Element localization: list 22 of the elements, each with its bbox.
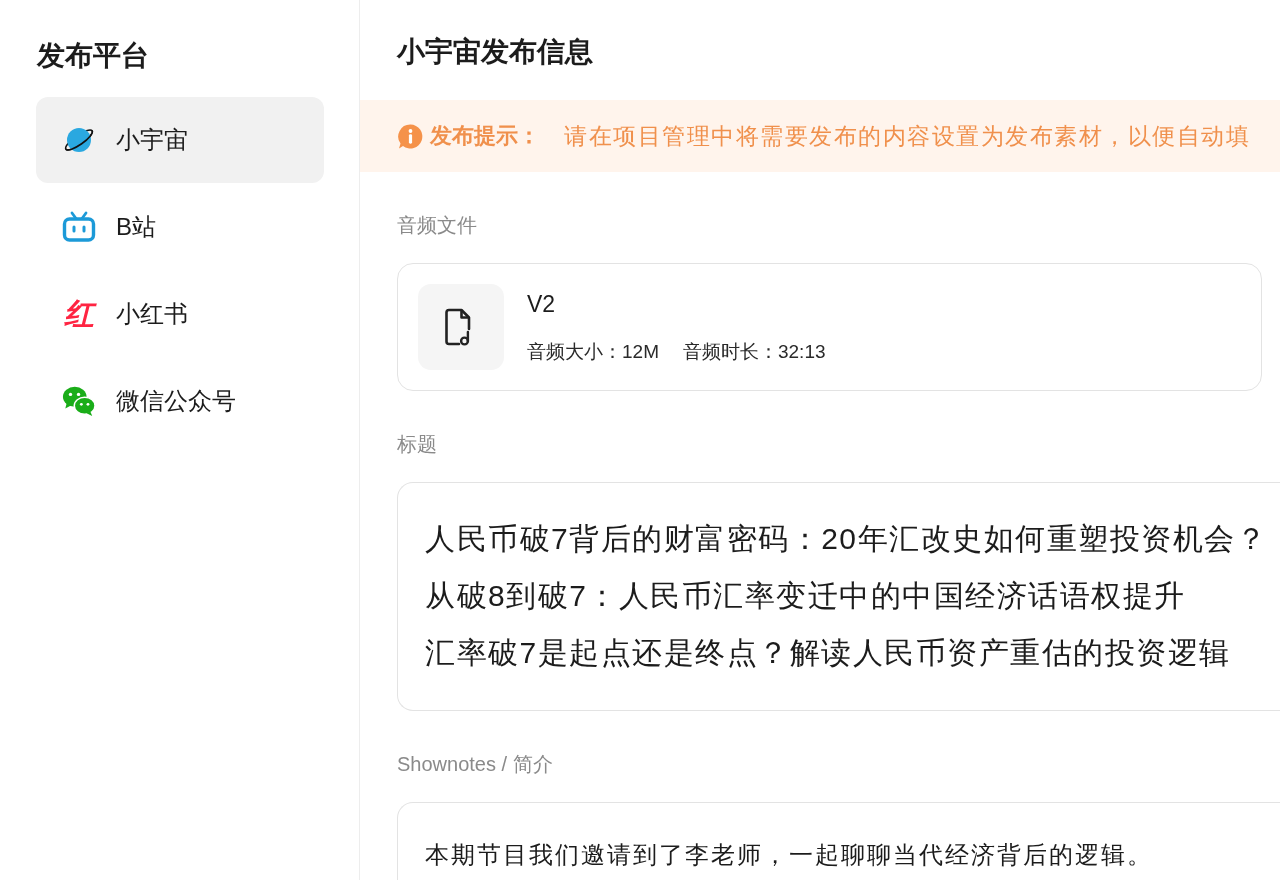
file-duration: 音频时长：32:13	[682, 340, 826, 364]
logo-glyph: 红	[62, 297, 96, 331]
title-text: 从破8到破7：人民币汇率变迁中的中国经济话语权提升	[425, 578, 1186, 614]
shownotes-field[interactable]: 本期节目我们邀请到了李老师，一起聊聊当代经济背后的逻辑。	[397, 802, 1280, 880]
title-field[interactable]: 人民币破7背后的财富密码：20年汇改史如何重塑投资机会？ 从破8到破7：人民币汇率变迁中的中国经济话语权提升 汇率破7是起点还是终点？解读人民币资产重估的投资逻辑	[397, 482, 1280, 711]
chat-bubbles-icon	[62, 384, 96, 418]
music-file-icon	[418, 284, 504, 370]
page-title: 小宇宙发布信息	[397, 35, 593, 69]
file-size: 音频大小：12M	[527, 340, 659, 364]
tv-icon	[62, 210, 96, 244]
shownotes-text: 本期节目我们邀请到了李老师，一起聊聊当代经济背后的逻辑。	[425, 840, 1153, 870]
sidebar-title: 发布平台	[37, 39, 149, 73]
title-text: 汇率破7是起点还是终点？解读人民币资产重估的投资逻辑	[425, 635, 1231, 671]
notice-text: 请在项目管理中将需要发布的内容设置为发布素材，以便自动填	[564, 121, 1250, 151]
field-label: Shownotes / 简介	[397, 752, 553, 777]
notice-label: 发布提示：	[430, 122, 540, 150]
title-text: 人民币破7背后的财富密码：20年汇改史如何重塑投资机会？	[425, 521, 1268, 557]
field-label: 标题	[397, 432, 437, 457]
field-label: 音频文件	[397, 213, 477, 238]
info-icon	[398, 123, 423, 149]
file-name: V2	[527, 290, 556, 319]
sidebar-item[interactable]: 小宇宙	[36, 97, 324, 183]
